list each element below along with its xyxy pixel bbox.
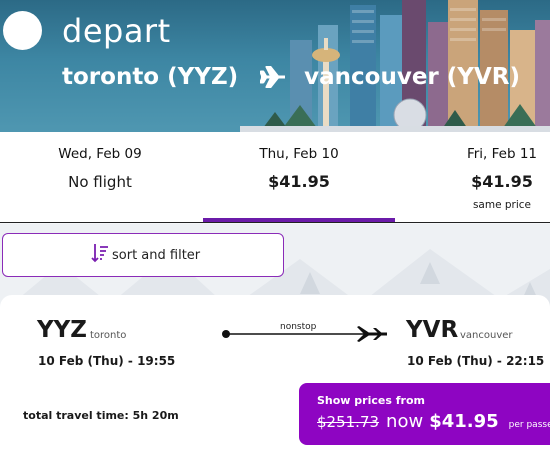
sort-and-filter-button[interactable]: sort and filter	[2, 233, 284, 277]
per-passenger-label: per passenger	[508, 420, 550, 430]
arrow-right-icon	[221, 325, 391, 347]
date-option-selected[interactable]: Thu, Feb 10 $41.95	[203, 132, 395, 222]
origin-code: YYZ	[37, 317, 87, 343]
total-travel-time: total travel time: 5h 20m	[23, 409, 179, 422]
show-prices-heading: Show prices from	[317, 394, 425, 407]
sort-icon	[91, 243, 109, 267]
selected-date-underline	[203, 218, 395, 222]
departure-datetime: 10 Feb (Thu) - 19:55	[38, 354, 176, 368]
date-selector: Wed, Feb 09 No flight Thu, Feb 10 $41.95…	[0, 132, 550, 223]
header-banner: depart toronto (YYZ) vancouver (YVR)	[0, 0, 550, 132]
same-price-note: same price	[472, 199, 532, 211]
date-price: $41.95	[471, 172, 533, 191]
date-option-next[interactable]: Fri, Feb 11 $41.95 same price	[462, 132, 542, 222]
now-label: now	[386, 411, 424, 432]
sort-and-filter-label: sort and filter	[112, 247, 201, 263]
no-flight-label: No flight	[68, 173, 132, 191]
date-label: Wed, Feb 09	[58, 146, 142, 162]
new-price: $41.95	[429, 411, 499, 432]
route-summary: toronto (YYZ) vancouver (YVR)	[62, 60, 520, 94]
arrival-datetime: 10 Feb (Thu) - 22:15	[407, 354, 545, 368]
date-label: Fri, Feb 11	[466, 146, 538, 162]
price-row: $251.73 now $41.95 per passenger	[317, 411, 550, 432]
old-price: $251.73	[317, 413, 380, 431]
origin-city: toronto	[90, 330, 127, 341]
destination-code: YVR	[406, 317, 459, 343]
airplane-icon	[260, 66, 286, 88]
origin-label: toronto (YYZ)	[62, 64, 239, 90]
show-prices-button[interactable]: Show prices from $251.73 now $41.95 per …	[299, 383, 550, 445]
date-option-prev[interactable]: Wed, Feb 09 No flight	[40, 132, 160, 222]
flight-card[interactable]: YYZ toronto 10 Feb (Thu) - 19:55 nonstop…	[0, 295, 550, 456]
destination-label: vancouver (YVR)	[304, 64, 520, 90]
back-button[interactable]	[3, 11, 42, 50]
page-title: depart	[62, 12, 171, 50]
destination-city: vancouver	[460, 330, 513, 341]
date-label: Thu, Feb 10	[259, 146, 339, 162]
date-price: $41.95	[268, 172, 330, 191]
